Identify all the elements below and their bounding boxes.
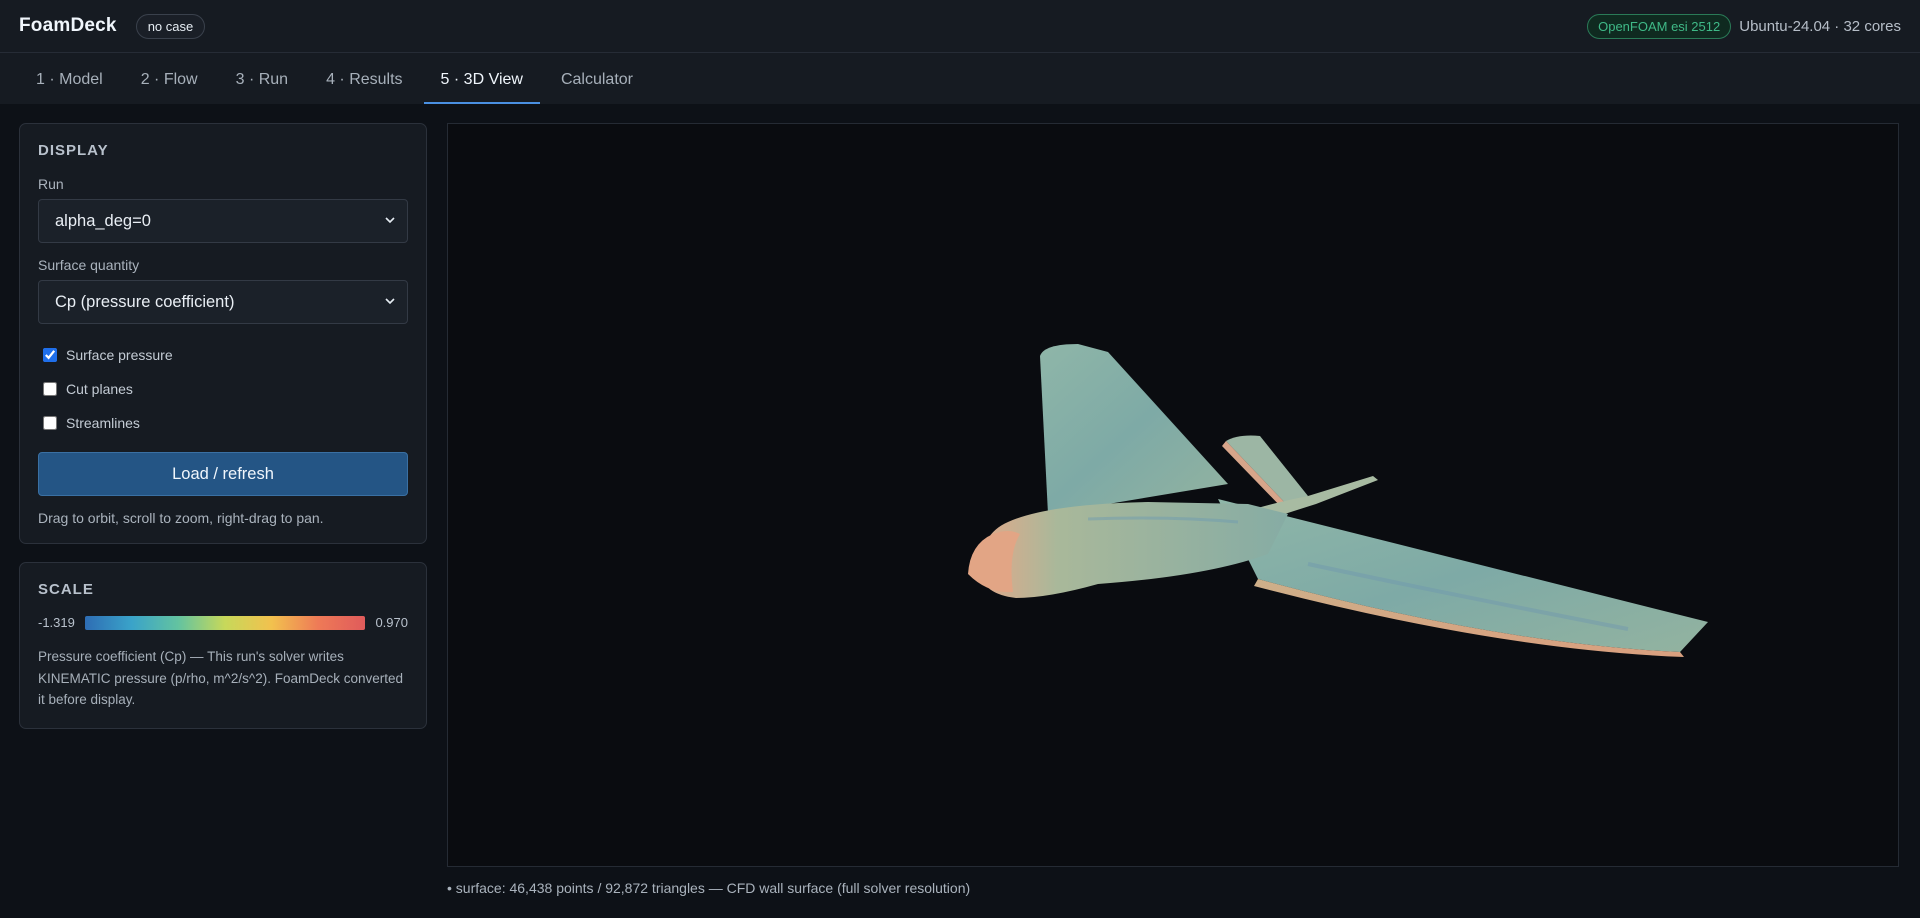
cut-planes-option[interactable]: Cut planes (38, 372, 408, 406)
scale-max: 0.970 (375, 615, 408, 630)
streamlines-checkbox[interactable] (43, 416, 57, 430)
scale-panel-title: SCALE (38, 581, 94, 598)
streamlines-label: Streamlines (66, 415, 140, 431)
system-info: Ubuntu-24.04 · 32 cores (1739, 17, 1901, 35)
load-refresh-button[interactable]: Load / refresh (38, 452, 408, 496)
fuselage (980, 502, 1288, 598)
tab-model[interactable]: 1 · Model (19, 71, 120, 104)
color-scale: -1.319 0.970 (38, 615, 408, 630)
header-right: OpenFOAM esi 2512 Ubuntu-24.04 · 32 core… (1587, 13, 1901, 39)
colormap-bar (84, 615, 366, 630)
run-select[interactable]: alpha_deg=0 (38, 199, 408, 243)
app-header: FoamDeck no case OpenFOAM esi 2512 Ubunt… (0, 0, 1920, 53)
scale-panel: SCALE -1.319 0.970 Pressure coefficient … (19, 562, 427, 729)
version-badge: OpenFOAM esi 2512 (1587, 13, 1732, 39)
scale-description: Pressure coefficient (Cp) — This run's s… (38, 649, 404, 708)
app-title: FoamDeck (19, 15, 117, 36)
aircraft-surface-render (968, 344, 1708, 657)
streamlines-option[interactable]: Streamlines (38, 406, 408, 440)
scale-min: -1.319 (38, 615, 75, 630)
tab-flow[interactable]: 2 · Flow (124, 71, 215, 104)
surface-status: • surface: 46,438 points / 92,872 triang… (447, 880, 971, 896)
surface-pressure-label: Surface pressure (66, 347, 173, 363)
display-panel: DISPLAY Run alpha_deg=0 Surface quantity… (19, 123, 427, 544)
surface-quantity-value: Cp (pressure coefficient) (55, 292, 235, 311)
tail-fin (1226, 435, 1308, 506)
case-badge[interactable]: no case (135, 13, 206, 39)
surface-pressure-checkbox[interactable] (43, 348, 57, 362)
chevron-down-icon (385, 298, 395, 305)
orbit-hint: Drag to orbit, scroll to zoom, right-dra… (38, 510, 324, 526)
main-area: DISPLAY Run alpha_deg=0 Surface quantity… (0, 104, 1920, 896)
tab-3d-view[interactable]: 5 · 3D View (423, 71, 540, 104)
3d-viewport[interactable] (447, 123, 1899, 867)
cut-planes-label: Cut planes (66, 381, 133, 397)
run-label: Run (38, 176, 64, 192)
chevron-down-icon (385, 217, 395, 224)
display-panel-title: DISPLAY (38, 142, 109, 159)
sidebar: DISPLAY Run alpha_deg=0 Surface quantity… (19, 123, 427, 896)
surface-pressure-option[interactable]: Surface pressure (38, 338, 408, 372)
viewer-wrap: • surface: 46,438 points / 92,872 triang… (447, 123, 1901, 896)
tab-results[interactable]: 4 · Results (309, 71, 419, 104)
tab-run[interactable]: 3 · Run (219, 71, 305, 104)
tab-bar: 1 · Model 2 · Flow 3 · Run 4 · Results 5… (0, 53, 1920, 104)
cut-planes-checkbox[interactable] (43, 382, 57, 396)
surface-quantity-select[interactable]: Cp (pressure coefficient) (38, 280, 408, 324)
left-wing (1040, 344, 1228, 514)
surface-quantity-label: Surface quantity (38, 257, 140, 273)
tab-calculator[interactable]: Calculator (544, 71, 650, 104)
run-select-value: alpha_deg=0 (55, 211, 151, 230)
